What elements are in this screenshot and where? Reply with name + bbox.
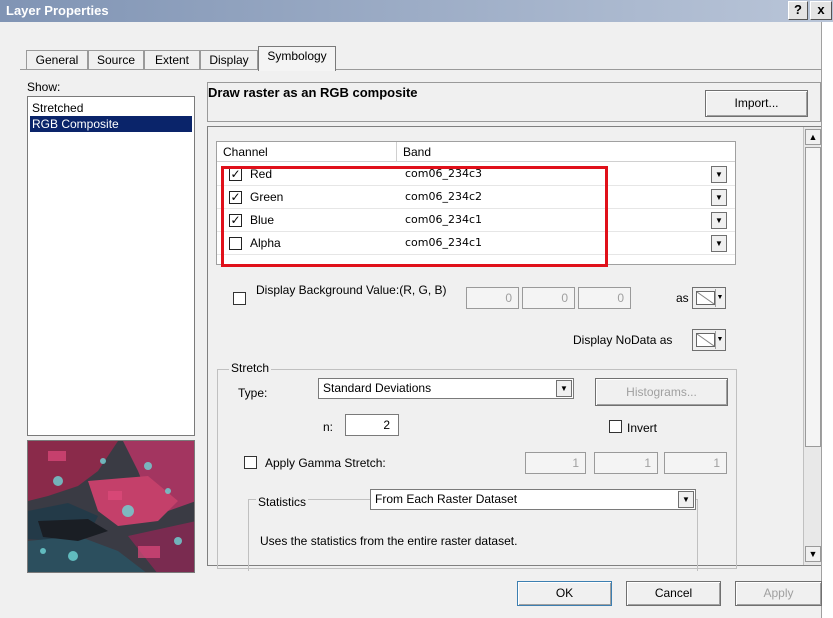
statistics-select[interactable]: From Each Raster Dataset ▼ xyxy=(370,489,696,510)
band-dropdown-icon[interactable]: ▼ xyxy=(711,166,727,183)
tab-extent[interactable]: Extent xyxy=(144,50,200,70)
help-button[interactable]: ? xyxy=(788,1,808,20)
stretch-type-value: Standard Deviations xyxy=(323,381,432,395)
channel-column-header: Channel xyxy=(217,142,397,162)
statistics-legend: Statistics xyxy=(256,495,309,509)
scroll-down-icon[interactable]: ▼ xyxy=(805,546,821,562)
show-item-rgb-composite[interactable]: RGB Composite xyxy=(30,116,192,132)
tab-source[interactable]: Source xyxy=(88,50,144,70)
highlight-annotation-box xyxy=(221,166,608,267)
color-swatch-icon xyxy=(696,291,715,305)
gamma-r-field[interactable]: 1 xyxy=(525,452,586,474)
band-dropdown-icon[interactable]: ▼ xyxy=(711,235,727,252)
histograms-button[interactable]: Histograms... xyxy=(595,378,728,406)
stretch-type-select[interactable]: Standard Deviations ▼ xyxy=(318,378,574,399)
color-swatch-icon xyxy=(696,333,715,347)
gamma-stretch-label: Apply Gamma Stretch: xyxy=(265,456,386,470)
tab-symbology[interactable]: Symbology xyxy=(258,46,336,71)
raster-preview-image xyxy=(27,440,195,573)
title-bar: Layer Properties ? x xyxy=(0,0,833,22)
scroll-up-icon[interactable]: ▲ xyxy=(805,129,821,145)
statistics-value: From Each Raster Dataset xyxy=(375,492,518,506)
nodata-label: Display NoData as xyxy=(573,333,673,347)
show-item-stretched[interactable]: Stretched xyxy=(30,100,192,116)
tab-display[interactable]: Display xyxy=(200,50,258,70)
nodata-symbol-picker[interactable]: ▼ xyxy=(692,329,726,351)
window-title: Layer Properties xyxy=(6,3,109,18)
background-value-label: Display Background Value:(R, G, B) xyxy=(256,283,447,297)
stretch-legend: Stretch xyxy=(229,361,272,375)
gamma-stretch-checkbox[interactable] xyxy=(244,456,257,469)
band-dropdown-icon[interactable]: ▼ xyxy=(711,189,727,206)
dropdown-arrow-icon: ▼ xyxy=(715,289,724,307)
renderer-title: Draw raster as an RGB composite xyxy=(208,85,418,100)
show-list[interactable]: Stretched RGB Composite xyxy=(27,96,195,436)
apply-button[interactable]: Apply xyxy=(735,581,822,606)
n-label: n: xyxy=(323,420,334,434)
band-dropdown-icon[interactable]: ▼ xyxy=(711,212,727,229)
background-r-field[interactable]: 0 xyxy=(466,287,519,309)
background-b-field[interactable]: 0 xyxy=(578,287,631,309)
n-value-field[interactable]: 2 xyxy=(345,414,399,436)
show-label: Show: xyxy=(27,80,61,94)
gamma-g-field[interactable]: 1 xyxy=(594,452,658,474)
ok-button[interactable]: OK xyxy=(517,581,612,606)
background-value-checkbox[interactable] xyxy=(233,292,246,305)
scrollbar-thumb[interactable] xyxy=(805,147,821,447)
background-g-field[interactable]: 0 xyxy=(522,287,575,309)
dropdown-arrow-icon: ▼ xyxy=(678,491,694,508)
cancel-button[interactable]: Cancel xyxy=(626,581,721,606)
invert-label: Invert xyxy=(627,421,658,435)
dropdown-arrow-icon: ▼ xyxy=(556,380,572,397)
background-symbol-picker[interactable]: ▼ xyxy=(692,287,726,309)
statistics-description: Uses the statistics from the entire rast… xyxy=(260,534,518,548)
band-column-header: Band xyxy=(397,142,735,162)
import-button[interactable]: Import... xyxy=(705,90,808,117)
vertical-scrollbar[interactable]: ▲ ▼ xyxy=(803,127,821,565)
tab-general[interactable]: General xyxy=(26,50,88,70)
as-label: as xyxy=(676,291,689,305)
close-button[interactable]: x xyxy=(810,1,832,20)
gamma-b-field[interactable]: 1 xyxy=(664,452,727,474)
invert-checkbox[interactable] xyxy=(609,420,622,433)
dropdown-arrow-icon: ▼ xyxy=(715,331,724,349)
stretch-type-label: Type: xyxy=(238,386,268,400)
